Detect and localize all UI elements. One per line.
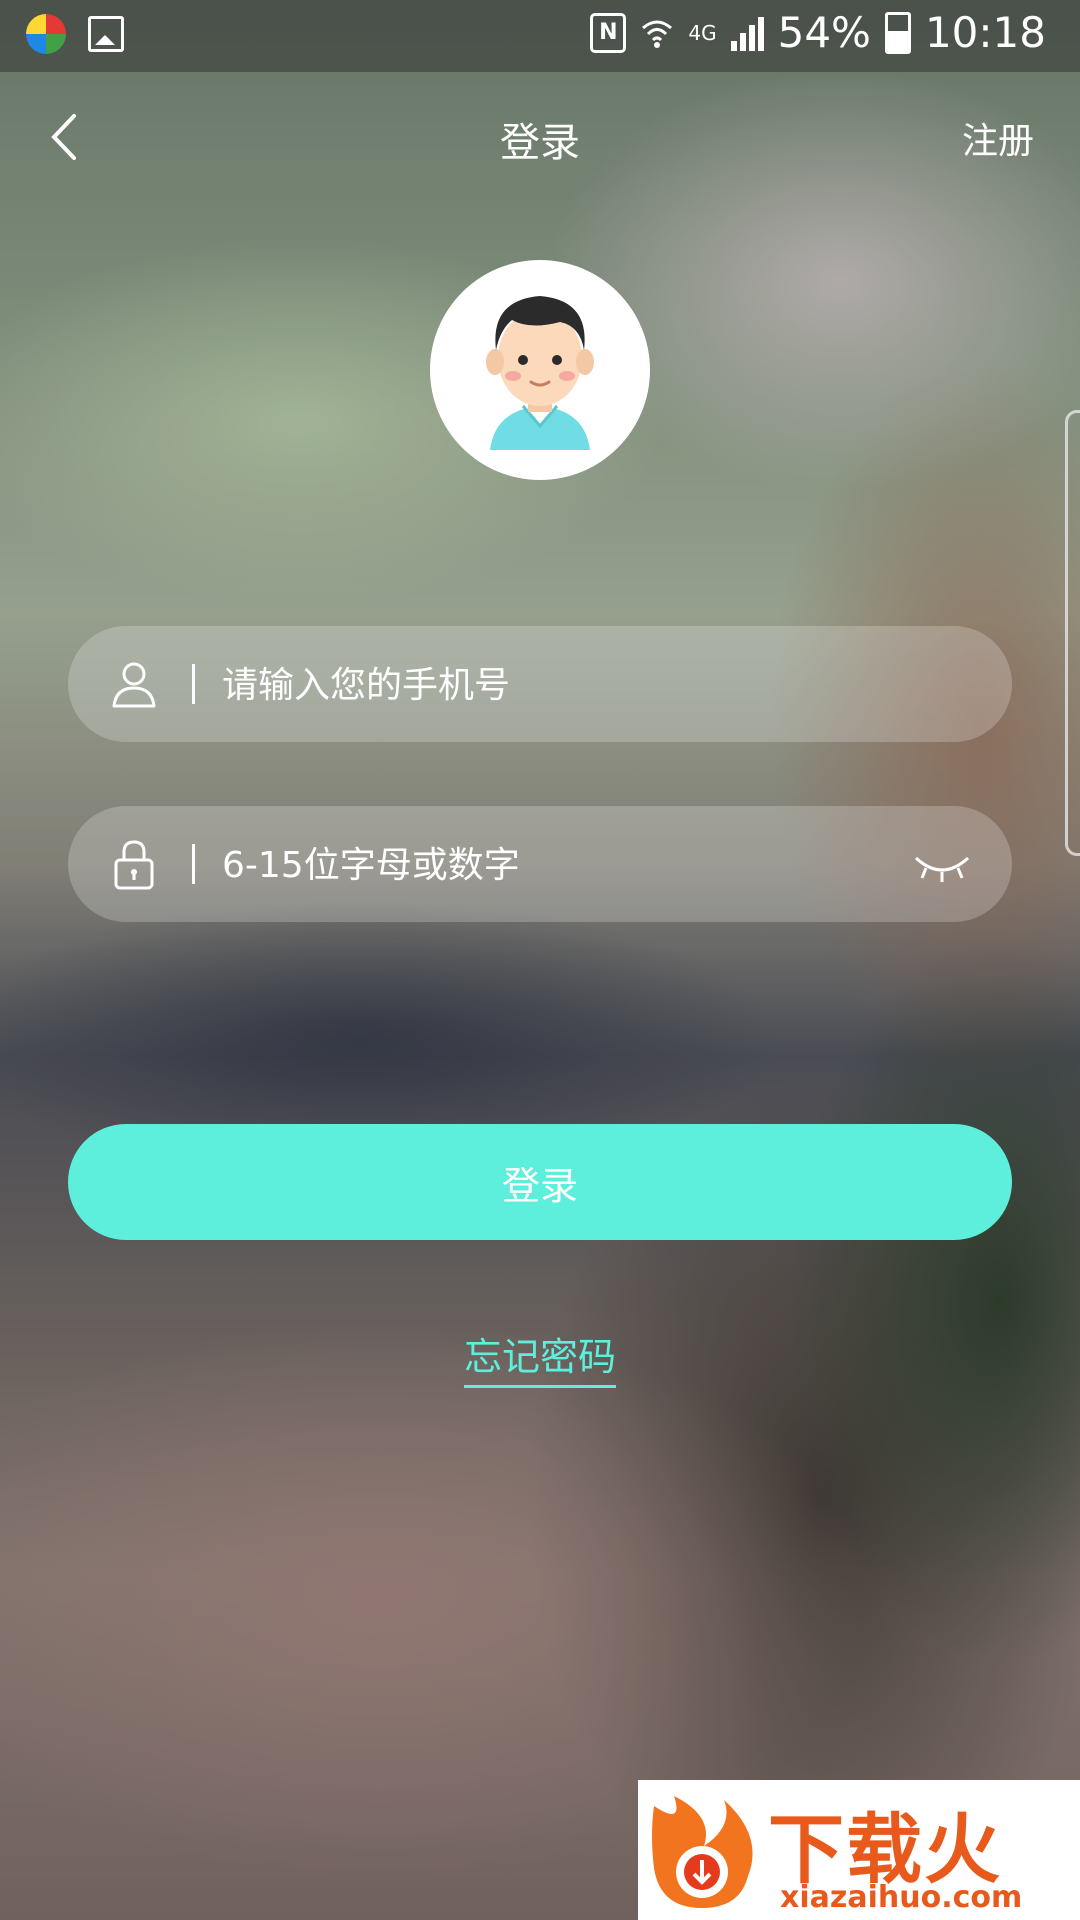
forgot-password-container: 忘记密码 (0, 1326, 1080, 1388)
input-divider (192, 664, 195, 704)
side-panel-handle[interactable] (1065, 410, 1080, 856)
clock: 10:18 (924, 8, 1046, 57)
forgot-password-link[interactable]: 忘记密码 (463, 1335, 616, 1388)
battery-icon (884, 11, 911, 54)
phone-field[interactable] (68, 626, 1012, 742)
input-divider (192, 844, 195, 884)
avatar[interactable] (430, 260, 650, 480)
user-avatar-icon (486, 296, 594, 450)
battery-percent: 54% (777, 8, 871, 57)
gallery-icon (88, 16, 124, 52)
title-bar: 登录 注册 (0, 72, 1080, 202)
watermark-url: xiazaihuo.com (780, 1880, 1023, 1915)
password-field[interactable] (68, 806, 1012, 922)
status-bar: N 4G 54% 10:18 (0, 0, 1080, 72)
page-title: 登录 (500, 120, 580, 166)
network-type: 4G (688, 20, 717, 45)
status-right: N 4G 54% 10:18 (590, 8, 1046, 57)
signal-icon (730, 15, 764, 51)
phone-input[interactable] (220, 648, 924, 722)
app-icon (26, 14, 66, 54)
wifi-icon (642, 20, 673, 48)
register-link[interactable]: 注册 (962, 112, 1034, 164)
login-button[interactable]: 登录 (68, 1124, 1012, 1240)
password-input[interactable] (220, 828, 924, 902)
login-screen: N 4G 54% 10:18 登录 注册 请输入您的手机号 登录 忘记密码 下载… (0, 0, 1080, 1920)
lock-icon (114, 840, 154, 890)
watermark-logo: 下载火 xiazaihuo.com (638, 1780, 1080, 1920)
user-icon (112, 662, 156, 708)
eye-closed-icon[interactable] (912, 846, 972, 886)
status-left (26, 14, 124, 54)
flame-logo-icon (652, 1796, 753, 1908)
nfc-icon: N (590, 12, 627, 53)
